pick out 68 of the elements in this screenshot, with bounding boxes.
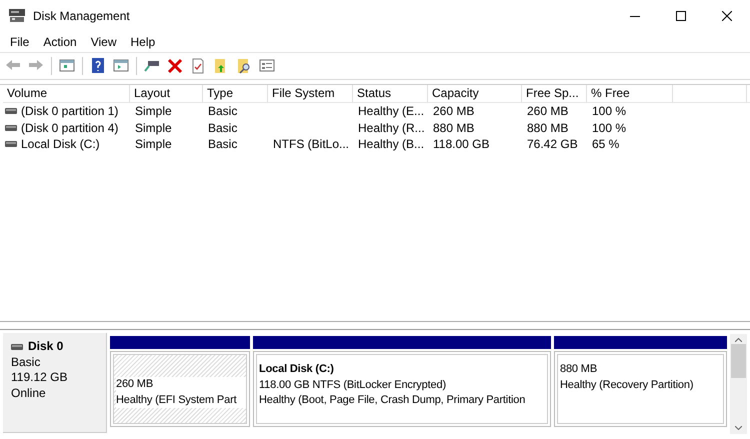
column-header[interactable]: Free Sp... bbox=[522, 85, 587, 102]
scroll-down-icon[interactable] bbox=[735, 426, 742, 430]
table-cell: Basic bbox=[208, 104, 238, 118]
table-cell: 65 % bbox=[592, 137, 620, 152]
column-header[interactable]: Status bbox=[353, 85, 428, 102]
partition-size: 118.00 GB NTFS (BitLocker Encrypted) bbox=[259, 378, 447, 392]
table-cell: 260 MB bbox=[433, 104, 474, 118]
table-cell: Healthy (E... bbox=[358, 104, 424, 118]
table-cell: Simple bbox=[135, 137, 172, 152]
partition-box[interactable]: 260 MB Healthy (EFI System Part bbox=[110, 351, 250, 427]
window-play-icon[interactable] bbox=[113, 58, 129, 74]
column-header[interactable]: Capacity bbox=[428, 85, 522, 102]
check-document-icon[interactable] bbox=[190, 58, 206, 74]
partition-box[interactable]: Local Disk (C:) 118.00 GB NTFS (BitLocker Encrypted) Healthy (Boot, Page File, Crash Dump, Primary Partition bbox=[253, 351, 551, 427]
table-cell: 100 % bbox=[592, 104, 626, 118]
table-cell: Basic bbox=[208, 137, 238, 152]
delete-icon[interactable] bbox=[167, 58, 183, 74]
window-title: Disk Management bbox=[33, 9, 131, 23]
table-cell: 118.00 GB bbox=[433, 137, 490, 152]
partition-name: Local Disk (C:) bbox=[259, 362, 335, 377]
table-cell: 260 MB bbox=[527, 104, 568, 118]
partition-status: Healthy (Boot, Page File, Crash Dump, Primary Partition bbox=[259, 393, 526, 408]
table-cell: Healthy (R... bbox=[358, 120, 425, 135]
table-cell: Local Disk (C:) bbox=[21, 137, 100, 152]
table-cell: (Disk 0 partition 4) bbox=[21, 120, 118, 135]
table-cell: Basic bbox=[208, 120, 238, 135]
table-cell: 880 MB bbox=[527, 120, 568, 135]
drive-icon bbox=[5, 108, 17, 114]
folder-search-icon[interactable] bbox=[236, 58, 252, 74]
disk-size: 119.12 GB bbox=[11, 370, 68, 386]
scroll-up-icon[interactable] bbox=[735, 338, 742, 342]
disk-status: Online bbox=[11, 386, 47, 401]
column-header[interactable]: Type bbox=[203, 85, 268, 102]
table-cell: Healthy (B... bbox=[358, 137, 424, 152]
disk-label-panel[interactable]: Disk 0 Basic 119.12 GB Online bbox=[3, 333, 107, 433]
menu-item[interactable]: Help bbox=[124, 35, 162, 49]
drive-plug-icon[interactable] bbox=[144, 58, 160, 74]
drive-icon bbox=[11, 344, 23, 350]
column-header[interactable]: Volume bbox=[3, 85, 130, 102]
close-icon[interactable] bbox=[722, 11, 732, 21]
table-cell: Simple bbox=[135, 104, 172, 118]
partition-box[interactable]: 880 MB Healthy (Recovery Partition) bbox=[554, 351, 727, 427]
disk-management-icon bbox=[9, 9, 25, 23]
table-cell: (Disk 0 partition 1) bbox=[21, 104, 118, 118]
column-header[interactable]: Layout bbox=[130, 85, 203, 102]
disk-type: Basic bbox=[11, 354, 42, 370]
disk-name: Disk 0 bbox=[28, 339, 64, 354]
drive-icon bbox=[5, 124, 17, 131]
drive-icon bbox=[5, 141, 17, 148]
table-cell: 880 MB bbox=[433, 120, 474, 135]
window-panel-icon[interactable] bbox=[59, 58, 75, 74]
table-cell: NTFS (BitLo... bbox=[273, 137, 350, 152]
help-icon[interactable] bbox=[90, 58, 106, 74]
partition-size: 880 MB bbox=[560, 362, 598, 377]
column-header[interactable]: File System bbox=[268, 85, 353, 102]
table-cell: 100 % bbox=[592, 120, 626, 135]
menu-item[interactable]: File bbox=[3, 35, 36, 49]
partition-status: Healthy (EFI System Part bbox=[116, 392, 246, 408]
scrollbar[interactable] bbox=[730, 334, 747, 434]
maximize-icon[interactable] bbox=[676, 11, 686, 21]
list-icon[interactable] bbox=[259, 58, 275, 74]
table-cell: 76.42 GB bbox=[527, 137, 578, 152]
partition-status: Healthy (Recovery Partition) bbox=[560, 378, 694, 392]
table-cell: Simple bbox=[135, 120, 172, 135]
menu-item[interactable]: Action bbox=[36, 35, 84, 49]
menu-item[interactable]: View bbox=[84, 35, 124, 49]
column-header[interactable]: % Free bbox=[587, 85, 673, 102]
partition-size: 260 MB bbox=[116, 377, 246, 392]
